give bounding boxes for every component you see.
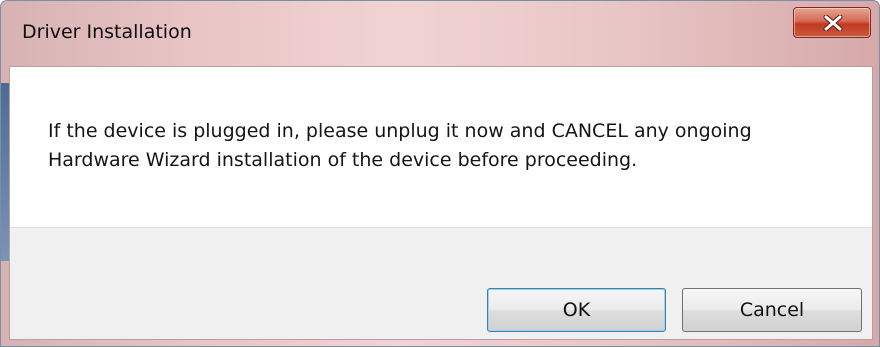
dialog-window: Driver Installation If the device is plu… [0,0,880,347]
ok-button[interactable]: OK [487,288,666,332]
dialog-content: If the device is plugged in, please unpl… [9,66,873,340]
cancel-button[interactable]: Cancel [682,288,862,332]
desktop-background-strip [1,83,9,261]
window-title: Driver Installation [22,21,192,43]
message-text: If the device is plugged in, please unpl… [48,120,752,171]
button-bar: OK Cancel [10,227,872,339]
title-bar[interactable]: Driver Installation [1,1,879,65]
close-icon [823,15,843,31]
close-button[interactable] [793,7,871,38]
